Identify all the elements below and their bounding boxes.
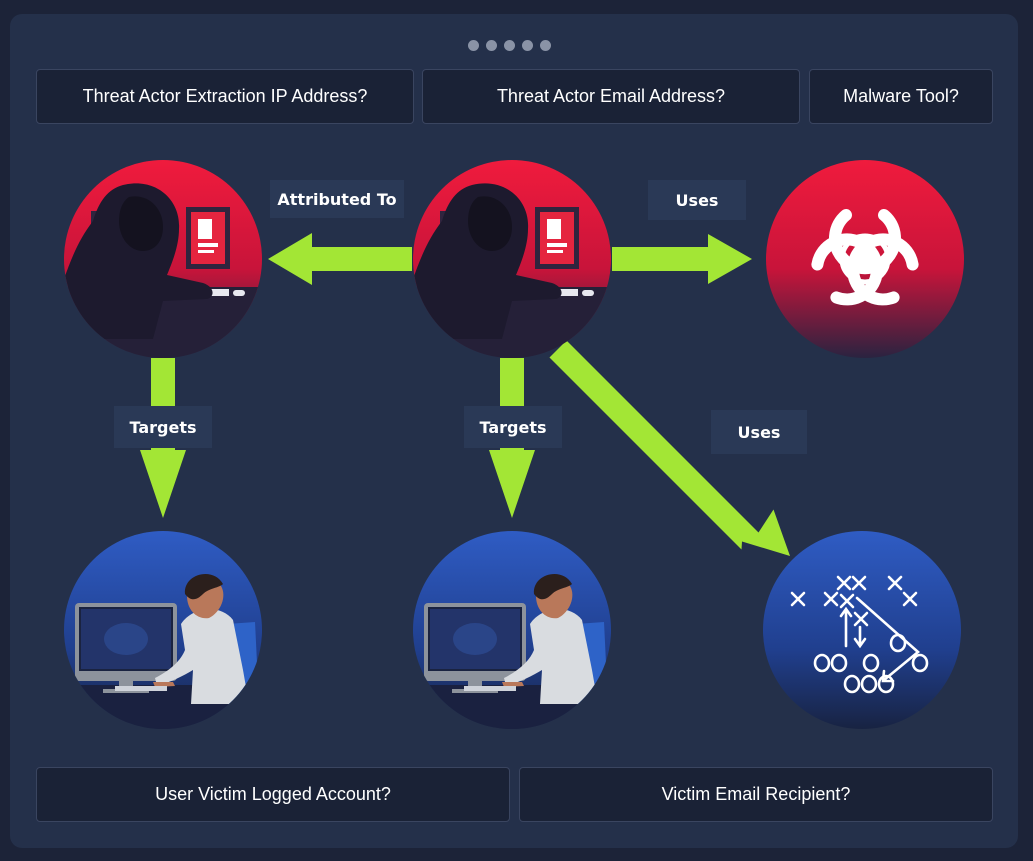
targets-center-label: Targets: [464, 406, 562, 448]
uses-tactic-label: Uses: [711, 410, 807, 454]
threat-actor-node[interactable]: [413, 160, 613, 367]
uses-malware-label: Uses: [648, 180, 746, 220]
tactics-node[interactable]: [763, 531, 961, 729]
targets-left-label: Targets: [114, 406, 212, 448]
attributed-to-label: Attributed To: [270, 180, 404, 218]
malware-node[interactable]: [766, 160, 964, 358]
uses-malware-arrow: [612, 234, 752, 284]
victim-center-node[interactable]: [413, 531, 613, 745]
attributed-to-arrow: [268, 233, 412, 285]
victim-left-node[interactable]: [64, 531, 264, 745]
threat-actor-attributed-node[interactable]: [64, 160, 264, 367]
